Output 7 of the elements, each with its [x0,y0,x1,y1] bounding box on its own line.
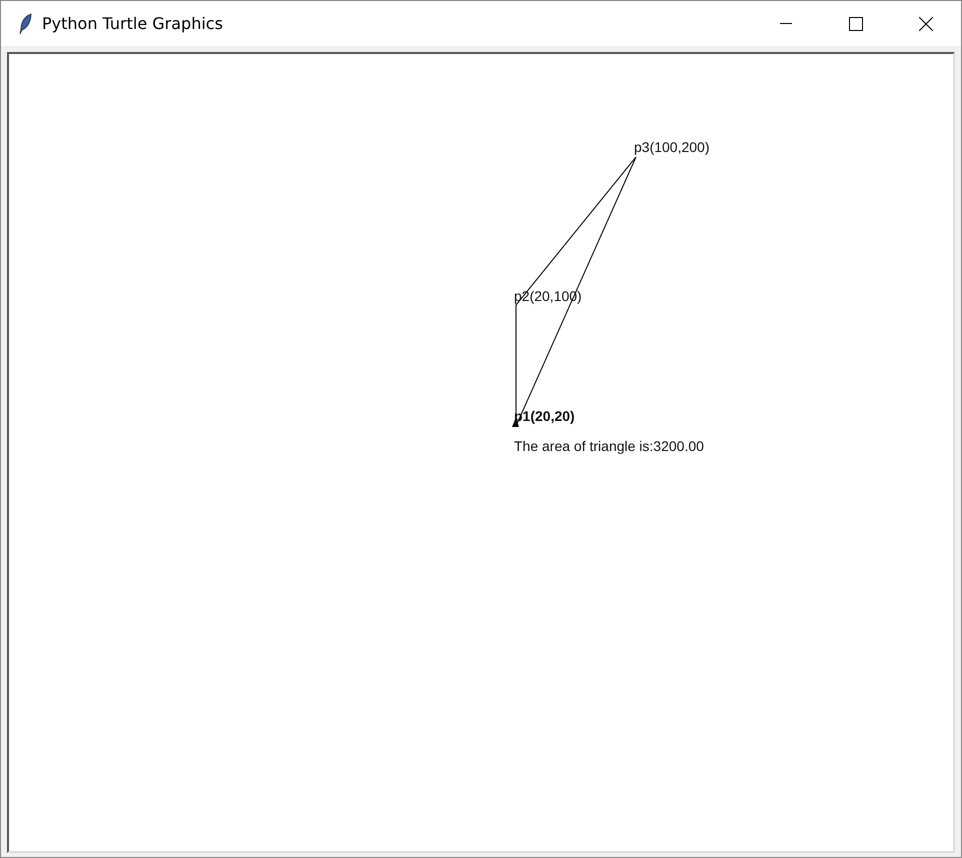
area-result-text: The area of triangle is:3200.00 [514,438,704,454]
minimize-icon [780,23,792,24]
close-icon [919,16,933,30]
point-label: p3(100,200) [634,139,710,155]
feather-icon [19,12,33,34]
window-title: Python Turtle Graphics [42,14,223,33]
maximize-icon [849,16,863,30]
